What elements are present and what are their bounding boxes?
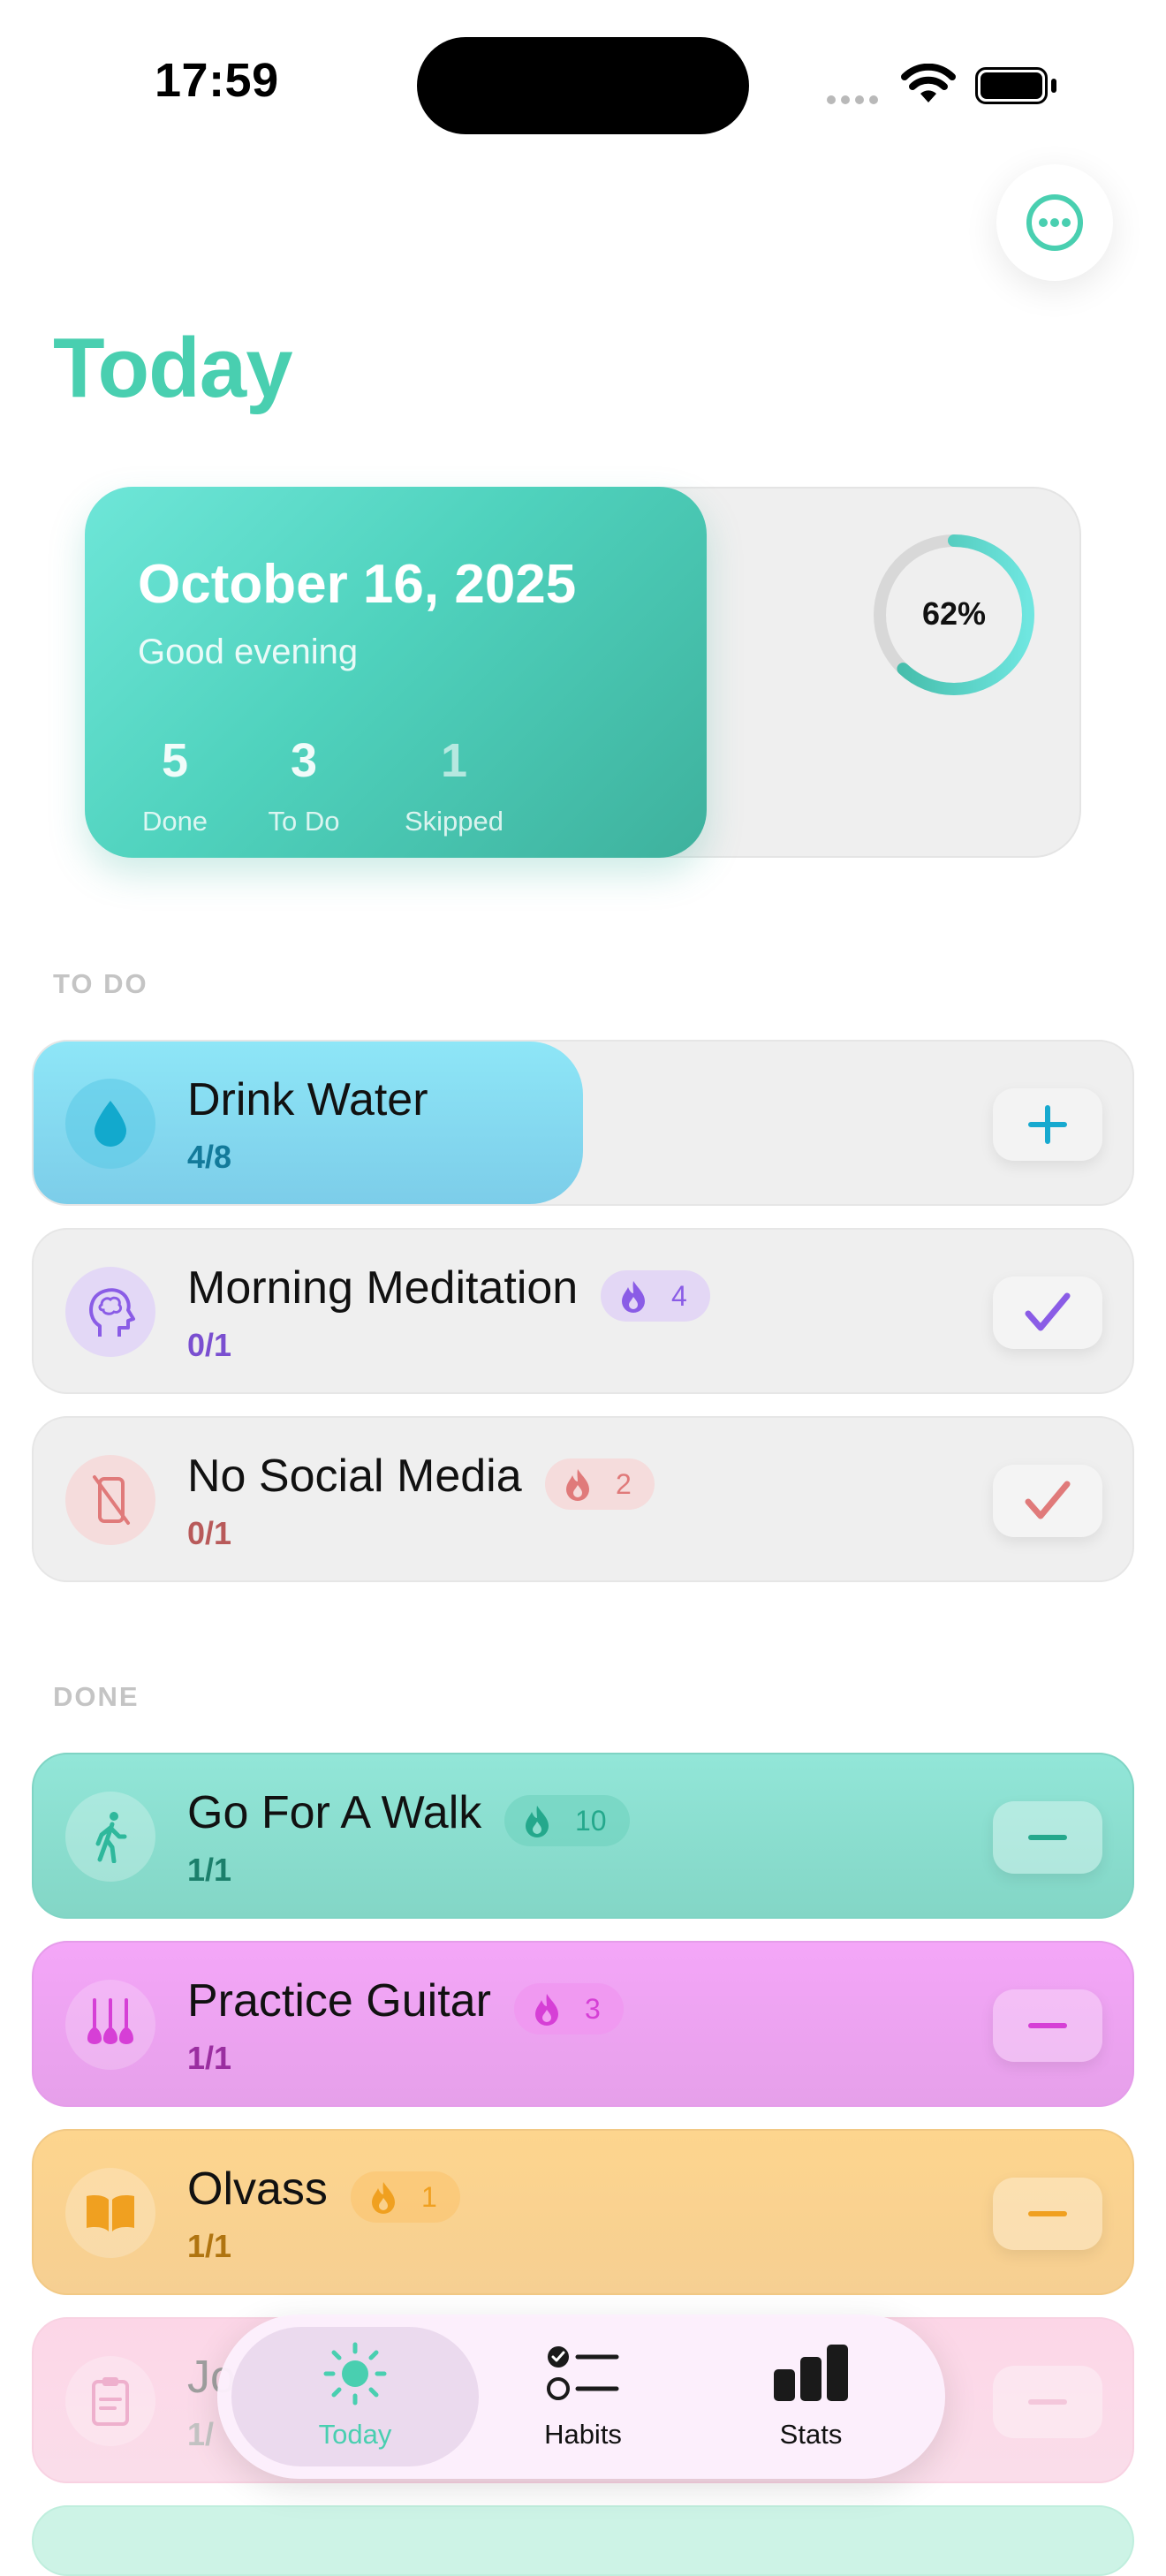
- habit-icon-badge: [65, 1455, 155, 1545]
- habit-progress: 1/: [187, 2416, 215, 2452]
- ellipsis-circle-icon: [1026, 194, 1083, 251]
- habit-icon-badge: [65, 1980, 155, 2070]
- summary-greeting: Good evening: [138, 633, 359, 671]
- checkmark-icon: [1025, 1481, 1071, 1519]
- habit-icon-badge: [65, 2356, 155, 2446]
- decrement-button[interactable]: [993, 1989, 1102, 2062]
- habit-name: Practice Guitar: [187, 1975, 491, 2027]
- checklist-icon: [547, 2346, 619, 2400]
- streak-badge: 2: [545, 1458, 655, 1510]
- habit-name: Go For A Walk: [187, 1787, 482, 1838]
- increment-button[interactable]: [993, 1088, 1102, 1161]
- habit-row-no-social-media[interactable]: No Social Media 2 0/1: [32, 1416, 1134, 1582]
- tab-stats[interactable]: Stats: [723, 2332, 899, 2465]
- battery-icon: [975, 67, 1048, 104]
- streak-badge: 3: [514, 1983, 624, 2034]
- habit-row-morning-meditation[interactable]: Morning Meditation 4 0/1: [32, 1228, 1134, 1394]
- flame-icon: [535, 1994, 558, 2026]
- habit-progress: 1/1: [187, 2228, 232, 2264]
- more-options-button[interactable]: [996, 164, 1113, 281]
- stat-todo-value: 3: [290, 734, 318, 787]
- walking-figure-icon: [95, 1812, 127, 1863]
- checkmark-icon: [1025, 1292, 1071, 1331]
- decrement-button[interactable]: [993, 2366, 1102, 2438]
- decrement-button[interactable]: [993, 2178, 1102, 2250]
- tab-habits-label: Habits: [544, 2419, 622, 2450]
- minus-icon: [1028, 2211, 1067, 2216]
- water-drop-icon: [95, 1101, 126, 1147]
- habit-progress: 4/8: [187, 1139, 232, 1175]
- flame-icon: [372, 2182, 395, 2214]
- tab-today[interactable]: Today: [267, 2332, 443, 2465]
- streak-count: 3: [585, 1992, 601, 2025]
- habit-progress: 1/1: [187, 2040, 232, 2076]
- completion-percent: 62%: [921, 595, 987, 632]
- cellular-signal-icon: [827, 93, 883, 109]
- flame-icon: [566, 1469, 589, 1501]
- bar-chart-icon: [774, 2345, 848, 2401]
- stat-done-label: Done: [141, 806, 208, 837]
- open-book-icon: [87, 2195, 134, 2231]
- streak-badge: 4: [601, 1270, 710, 1322]
- page-title: Today: [53, 321, 293, 415]
- summary-date: October 16, 2025: [138, 554, 577, 615]
- plus-icon: [1028, 1105, 1067, 1144]
- habit-icon-badge: [65, 2168, 155, 2258]
- dynamic-island: [417, 37, 749, 134]
- tab-habits[interactable]: Habits: [495, 2332, 671, 2465]
- streak-badge: 1: [351, 2171, 460, 2223]
- section-todo-label: TO DO: [53, 968, 148, 999]
- habit-icon-badge: [65, 1267, 155, 1357]
- status-time: 17:59: [155, 54, 279, 107]
- section-done-label: DONE: [53, 1681, 140, 1712]
- streak-count: 1: [421, 2180, 437, 2213]
- habit-name: Morning Meditation: [187, 1262, 579, 1314]
- stat-skipped-value: 1: [440, 734, 468, 787]
- streak-badge: 10: [504, 1795, 630, 1846]
- clipboard-icon: [92, 2377, 129, 2426]
- summary-card: [85, 487, 707, 858]
- decrement-button[interactable]: [993, 1801, 1102, 1874]
- minus-icon: [1028, 1835, 1067, 1840]
- complete-button[interactable]: [993, 1465, 1102, 1537]
- habit-row-next[interactable]: [32, 2505, 1134, 2576]
- complete-button[interactable]: [993, 1277, 1102, 1349]
- habit-name: No Social Media: [187, 1451, 522, 1502]
- battery-cap: [1051, 79, 1056, 93]
- streak-count: 2: [616, 1467, 632, 1500]
- stat-done-value: 5: [161, 734, 189, 787]
- flame-icon: [526, 1806, 549, 1837]
- tab-today-label: Today: [318, 2419, 392, 2450]
- habit-progress: 0/1: [187, 1515, 232, 1551]
- streak-count: 10: [575, 1804, 607, 1837]
- habit-row-go-for-a-walk[interactable]: Go For A Walk 10 1/1: [32, 1753, 1134, 1919]
- phone-slash-icon: [93, 1475, 130, 1525]
- habit-progress: 1/1: [187, 1852, 232, 1888]
- habit-row-drink-water[interactable]: Drink Water 4/8: [32, 1040, 1134, 1206]
- habit-row-olvass[interactable]: Olvass 1 1/1: [32, 2129, 1134, 2295]
- sun-icon: [323, 2342, 387, 2406]
- habit-name: Drink Water: [187, 1074, 428, 1125]
- wifi-icon: [901, 64, 956, 102]
- brain-head-icon: [89, 1288, 135, 1337]
- stat-skipped-label: Skipped: [404, 806, 504, 837]
- habit-progress: 0/1: [187, 1327, 232, 1363]
- habit-icon-badge: [65, 1792, 155, 1882]
- habit-name: Olvass: [187, 2163, 328, 2215]
- tab-stats-label: Stats: [779, 2419, 843, 2450]
- guitars-icon: [87, 1998, 133, 2044]
- habit-icon-badge: [65, 1079, 155, 1169]
- streak-count: 4: [671, 1279, 687, 1312]
- minus-icon: [1028, 2023, 1067, 2028]
- minus-icon: [1028, 2399, 1067, 2405]
- habit-row-practice-guitar[interactable]: Practice Guitar 3 1/1: [32, 1941, 1134, 2107]
- stat-todo-label: To Do: [268, 806, 340, 837]
- flame-icon: [622, 1281, 645, 1313]
